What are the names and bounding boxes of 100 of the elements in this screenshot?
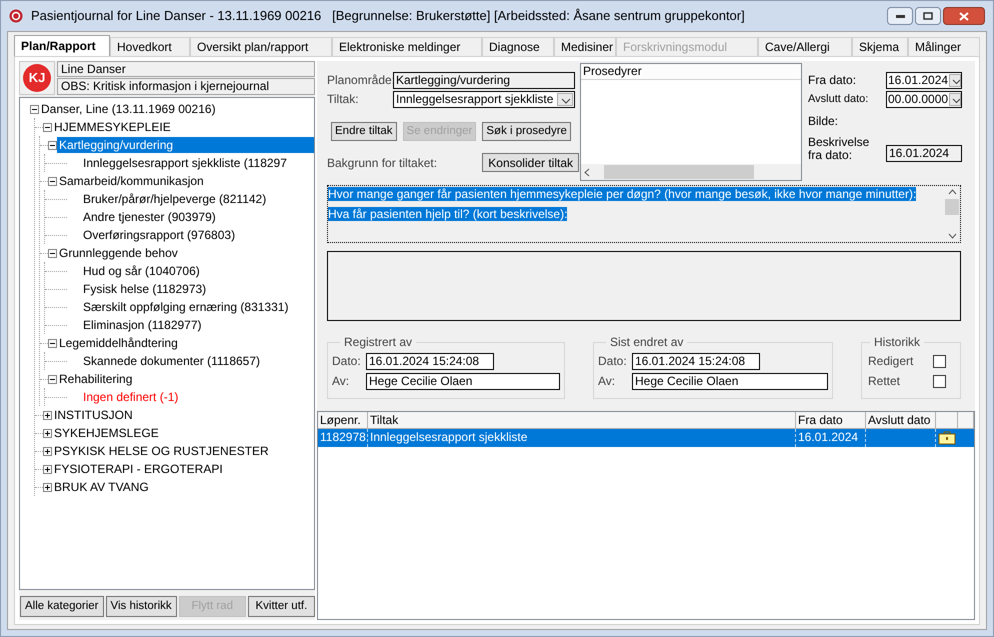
field-label: Beskrivelse fra dato: bbox=[808, 136, 870, 162]
tab[interactable]: Diagnose bbox=[482, 37, 554, 56]
table-cell: Innleggelsesrapport sjekkliste bbox=[370, 430, 528, 444]
checkbox[interactable] bbox=[933, 354, 946, 368]
text-field[interactable]: 16.01.2024 15:24:08 bbox=[632, 352, 760, 370]
tree-leaf[interactable]: Overføringsrapport (976803) bbox=[81, 227, 238, 243]
horizontal-scrollbar[interactable] bbox=[581, 164, 801, 180]
close-icon bbox=[959, 12, 969, 20]
text-field[interactable]: Hege Cecilie Olaen bbox=[632, 372, 828, 390]
button[interactable]: Alle kategorier bbox=[20, 596, 104, 617]
field-label: Tiltak: bbox=[327, 91, 360, 108]
tree-node[interactable]: Rehabilitering bbox=[57, 371, 134, 387]
tree-leaf[interactable]: Skannede dokumenter (1118657) bbox=[81, 353, 262, 369]
tree-leaf[interactable]: Andre tjenester (903979) bbox=[81, 209, 218, 225]
collapse-icon[interactable] bbox=[48, 176, 57, 186]
button[interactable]: Endre tiltak bbox=[331, 122, 397, 141]
checkbox-label: Redigert bbox=[868, 353, 914, 370]
field-label: Bilde: bbox=[808, 113, 840, 130]
tree-node[interactable]: Samarbeid/kommunikasjon bbox=[57, 173, 206, 189]
tab[interactable]: Plan/Rapport bbox=[14, 35, 110, 56]
tree-node[interactable]: PSYKISK HELSE OG RUSTJENESTER bbox=[52, 443, 271, 459]
tab[interactable]: Oversikt plan/rapport bbox=[190, 37, 332, 56]
tree-node[interactable]: Grunnleggende behov bbox=[57, 245, 180, 261]
tree-node[interactable]: FYSIOTERAPI - ERGOTERAPI bbox=[52, 461, 225, 477]
tree-node[interactable]: Legemiddelhåndtering bbox=[57, 335, 180, 351]
tree-node[interactable]: Danser, Line (13.11.1969 00216) bbox=[39, 101, 218, 117]
expand-icon[interactable] bbox=[43, 428, 52, 438]
avslutt-dato-picker[interactable]: 00.00.0000 bbox=[886, 90, 962, 108]
field-label: Dato: bbox=[598, 353, 628, 370]
briefcase-icon[interactable] bbox=[938, 431, 956, 445]
collapse-icon[interactable] bbox=[48, 140, 57, 150]
tab[interactable]: Målinger bbox=[908, 37, 980, 56]
minimize-button[interactable] bbox=[887, 7, 913, 25]
fra-dato-picker[interactable]: 16.01.2024 bbox=[886, 72, 962, 88]
field-label: Planområde: bbox=[327, 72, 393, 89]
konsolider-button[interactable]: Konsolider tiltak bbox=[482, 153, 579, 172]
maximize-icon bbox=[923, 12, 933, 20]
tree-node[interactable]: INSTITUSJON bbox=[52, 407, 135, 423]
tree-leaf[interactable]: Innleggelsesrapport sjekkliste (118297 bbox=[81, 155, 289, 171]
window-title: Pasientjournal for Line Danser - 13.11.1969 00216 [Begrunnelse: Brukerstøtte] [Arbeidssted: Åsane sentrum gruppekontor] bbox=[31, 7, 745, 26]
column-header[interactable]: Løpenr. bbox=[318, 412, 368, 428]
field-label: Av: bbox=[598, 373, 616, 390]
tree-leaf[interactable]: Ingen definert (-1) bbox=[81, 389, 180, 405]
column-header[interactable]: Tiltak bbox=[368, 412, 796, 428]
tab[interactable]: Skjema bbox=[852, 37, 908, 56]
tree-leaf[interactable]: Hud og sår (1040706) bbox=[81, 263, 202, 279]
tree-leaf[interactable]: Eliminasjon (1182977) bbox=[81, 317, 204, 333]
field-label: Avslutt dato: bbox=[808, 92, 870, 107]
expand-icon[interactable] bbox=[43, 464, 52, 474]
table-row[interactable]: 1182978 Innleggelsesrapport sjekkliste 16.01.2024 bbox=[318, 429, 974, 447]
tree-node[interactable]: Kartlegging/vurdering bbox=[57, 137, 314, 153]
column-header[interactable]: Fra dato bbox=[796, 412, 866, 428]
expand-icon[interactable] bbox=[43, 482, 52, 492]
column-header: Prosedyrer bbox=[581, 64, 801, 80]
tab[interactable]: Hovedkort bbox=[110, 37, 190, 56]
checkbox-label: Rettet bbox=[868, 373, 900, 390]
maximize-button[interactable] bbox=[915, 7, 941, 25]
app-logo-icon bbox=[9, 9, 23, 23]
field-label: Av: bbox=[332, 373, 350, 390]
table-cell: 1182978 bbox=[320, 430, 366, 444]
tree-leaf[interactable]: Fysisk helse (1182973) bbox=[81, 281, 208, 297]
collapse-icon[interactable] bbox=[48, 248, 57, 258]
expand-icon[interactable] bbox=[43, 410, 52, 420]
expand-icon[interactable] bbox=[43, 446, 52, 456]
background-text-area[interactable]: Hvor mange ganger får pasienten hjemmesykepleie per døgn? (hvor mange besøk, ikke hvor mange minutter): Hva får pasienten hjelp til? (kort beskrivelse): bbox=[327, 185, 961, 243]
group-title: Sist endret av bbox=[609, 334, 684, 351]
field-label: Fra dato: bbox=[808, 72, 858, 89]
collapse-icon[interactable] bbox=[48, 374, 57, 384]
collapse-icon[interactable] bbox=[48, 338, 57, 348]
caret-icon bbox=[557, 92, 573, 106]
column-header[interactable]: Avslutt dato bbox=[866, 412, 936, 428]
group-title: Historikk bbox=[873, 334, 922, 351]
tree-leaf[interactable]: Bruker/pårør/hjelpeverge (821142) bbox=[81, 191, 268, 207]
beskrivelse-dato-field[interactable]: 16.01.2024 bbox=[886, 145, 962, 162]
tab[interactable]: Cave/Allergi bbox=[758, 37, 852, 56]
checkbox[interactable] bbox=[933, 374, 946, 388]
button[interactable]: Vis historikk bbox=[106, 596, 177, 617]
critical-info-notice: OBS: Kritisk informasjon i kjernejournal bbox=[57, 78, 315, 95]
table-cell: 16.01.2024 bbox=[798, 430, 858, 444]
tab[interactable]: Elektroniske meldinger bbox=[332, 37, 482, 56]
button[interactable]: Kvitter utf. bbox=[248, 596, 315, 617]
tree-node[interactable]: SYKEHJEMSLEGE bbox=[52, 425, 161, 441]
button[interactable]: Søk i prosedyre bbox=[482, 122, 571, 141]
tree-node[interactable]: HJEMMESYKEPLEIE bbox=[52, 119, 173, 135]
tiltak-dropdown[interactable]: Innleggelsesrapport sjekkliste bbox=[393, 90, 575, 108]
caret-icon bbox=[949, 92, 961, 106]
planomrade-field[interactable]: Kartlegging/vurdering bbox=[393, 72, 575, 88]
text-field[interactable]: 16.01.2024 15:24:08 bbox=[366, 352, 494, 370]
close-button[interactable] bbox=[943, 7, 985, 25]
field-label: Dato: bbox=[332, 353, 362, 370]
collapse-icon[interactable] bbox=[43, 122, 52, 132]
minimize-icon bbox=[896, 14, 904, 18]
tab[interactable]: Medisiner bbox=[554, 37, 616, 56]
patient-name: Line Danser bbox=[57, 61, 315, 77]
group-title: Registrert av bbox=[343, 334, 414, 351]
text-area[interactable] bbox=[327, 251, 961, 321]
collapse-icon[interactable] bbox=[30, 104, 39, 114]
text-field[interactable]: Hege Cecilie Olaen bbox=[366, 372, 560, 390]
tree-leaf[interactable]: Særskilt oppfølging ernæring (831331) bbox=[81, 299, 290, 315]
tree-node[interactable]: BRUK AV TVANG bbox=[52, 479, 151, 495]
